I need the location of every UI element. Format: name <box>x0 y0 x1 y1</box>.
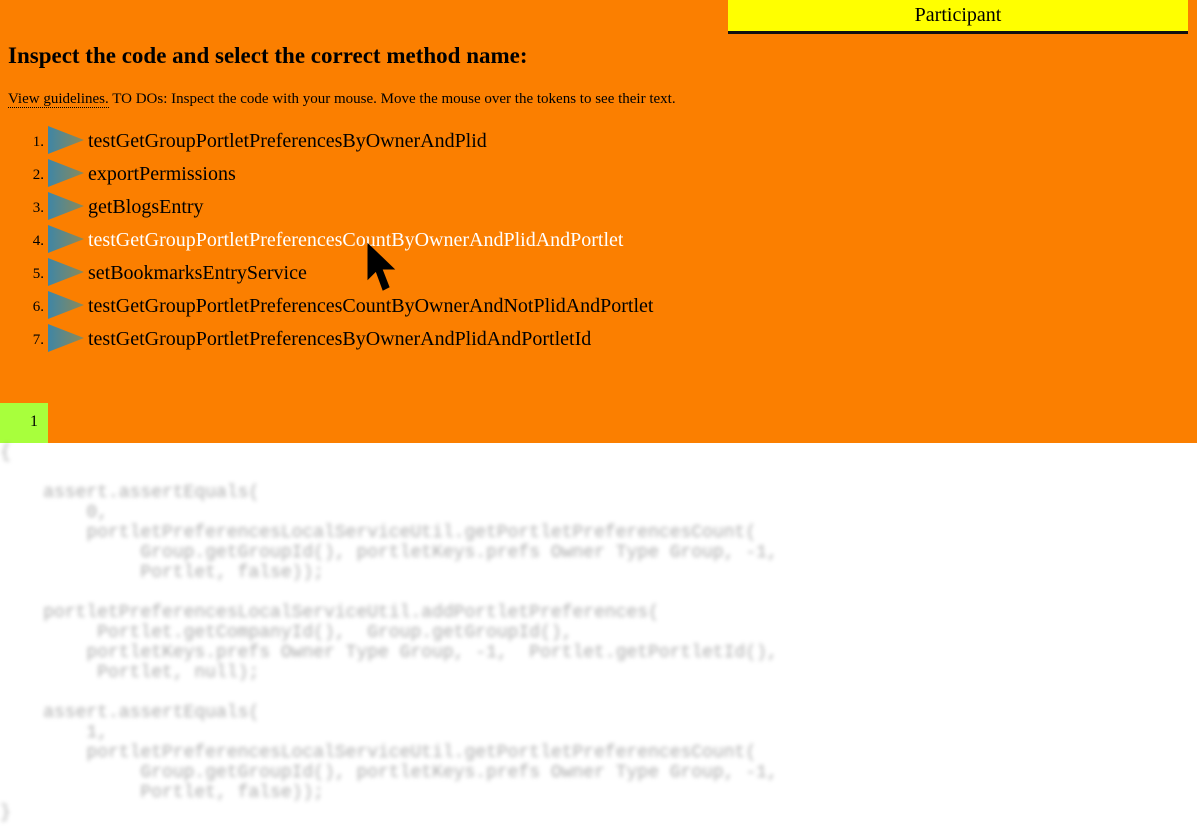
option-label[interactable]: testGetGroupPortletPreferencesByOwnerAnd… <box>88 327 591 351</box>
option-item[interactable]: 1. testGetGroupPortletPreferencesByOwner… <box>0 124 700 157</box>
option-number: 1. <box>32 134 44 150</box>
method-options-list: 1. testGetGroupPortletPreferencesByOwner… <box>0 124 700 355</box>
option-number: 3. <box>32 200 44 216</box>
option-label[interactable]: getBlogsEntry <box>88 195 204 219</box>
option-label[interactable]: testGetGroupPortletPreferencesCountByOwn… <box>88 228 623 252</box>
option-label[interactable]: testGetGroupPortletPreferencesCountByOwn… <box>88 294 653 318</box>
option-number: 5. <box>32 266 44 282</box>
play-triangle-icon[interactable] <box>48 158 84 188</box>
instructions: View guidelines. TO DOs: Inspect the cod… <box>8 89 676 109</box>
view-guidelines-link[interactable]: View guidelines. <box>8 91 109 108</box>
option-label[interactable]: testGetGroupPortletPreferencesByOwnerAnd… <box>88 129 487 153</box>
option-number: 6. <box>32 299 44 315</box>
blurred-code-block[interactable]: { assert.assertEquals( 0, portletPrefere… <box>0 443 1197 832</box>
play-triangle-icon[interactable] <box>48 257 84 287</box>
option-label[interactable]: setBookmarksEntryService <box>88 261 307 285</box>
option-item[interactable]: 3. getBlogsEntry <box>0 190 700 223</box>
code-line-number: 1 <box>0 403 48 443</box>
option-item[interactable]: 7. testGetGroupPortletPreferencesByOwner… <box>0 322 700 355</box>
play-triangle-icon[interactable] <box>48 290 84 320</box>
option-item[interactable]: 2. exportPermissions <box>0 157 700 190</box>
option-item[interactable]: 4. testGetGroupPortletPreferencesCountBy… <box>0 223 700 256</box>
option-item[interactable]: 5. setBookmarksEntryService <box>0 256 700 289</box>
option-item[interactable]: 6. testGetGroupPortletPreferencesCountBy… <box>0 289 700 322</box>
option-number: 7. <box>32 332 44 348</box>
line-number-text: 1 <box>30 413 38 430</box>
instructions-text: TO DOs: Inspect the code with your mouse… <box>108 91 676 107</box>
play-triangle-icon[interactable] <box>48 191 84 221</box>
participant-badge: Participant <box>728 0 1188 34</box>
play-triangle-icon[interactable] <box>48 323 84 353</box>
question-panel: Participant Inspect the code and select … <box>0 0 1197 443</box>
option-label[interactable]: exportPermissions <box>88 162 236 186</box>
play-triangle-icon[interactable] <box>48 125 84 155</box>
page-title: Inspect the code and select the correct … <box>8 43 528 68</box>
option-number: 4. <box>32 233 44 249</box>
option-number: 2. <box>32 167 44 183</box>
play-triangle-icon[interactable] <box>48 224 84 254</box>
